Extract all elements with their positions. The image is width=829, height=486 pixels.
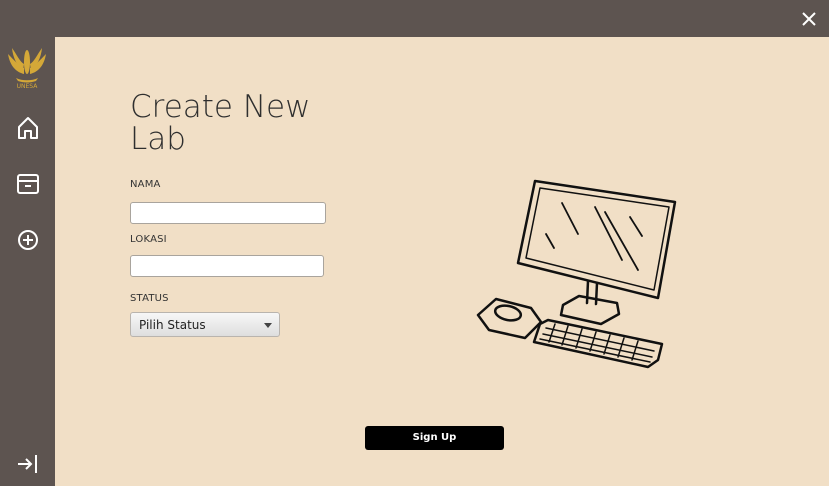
chevron-down-icon: [264, 323, 272, 328]
status-selected-value: Pilih Status: [139, 318, 206, 332]
sidebar: UNESA: [0, 0, 55, 486]
lokasi-label: LOKASI: [130, 234, 167, 245]
nama-label: NAMA: [130, 179, 161, 190]
plus-circle-icon[interactable]: [14, 226, 42, 254]
unesa-logo-icon: UNESA: [8, 48, 46, 90]
archive-icon[interactable]: [14, 170, 42, 198]
sign-up-button[interactable]: Sign Up: [365, 426, 504, 450]
title-bar: [0, 0, 829, 37]
lokasi-field[interactable]: [130, 255, 324, 277]
page-title: Create New Lab: [130, 89, 311, 157]
logout-icon[interactable]: [14, 450, 42, 478]
close-icon[interactable]: [799, 9, 819, 29]
status-select[interactable]: Pilih Status: [130, 312, 280, 337]
main-content: Create New Lab NAMA LOKASI STATUS Pilih …: [55, 37, 829, 486]
status-label: STATUS: [130, 293, 169, 304]
computer-illustration-icon: [476, 179, 677, 369]
home-icon[interactable]: [14, 114, 42, 142]
svg-text:UNESA: UNESA: [17, 83, 39, 90]
nama-field[interactable]: [130, 202, 326, 224]
